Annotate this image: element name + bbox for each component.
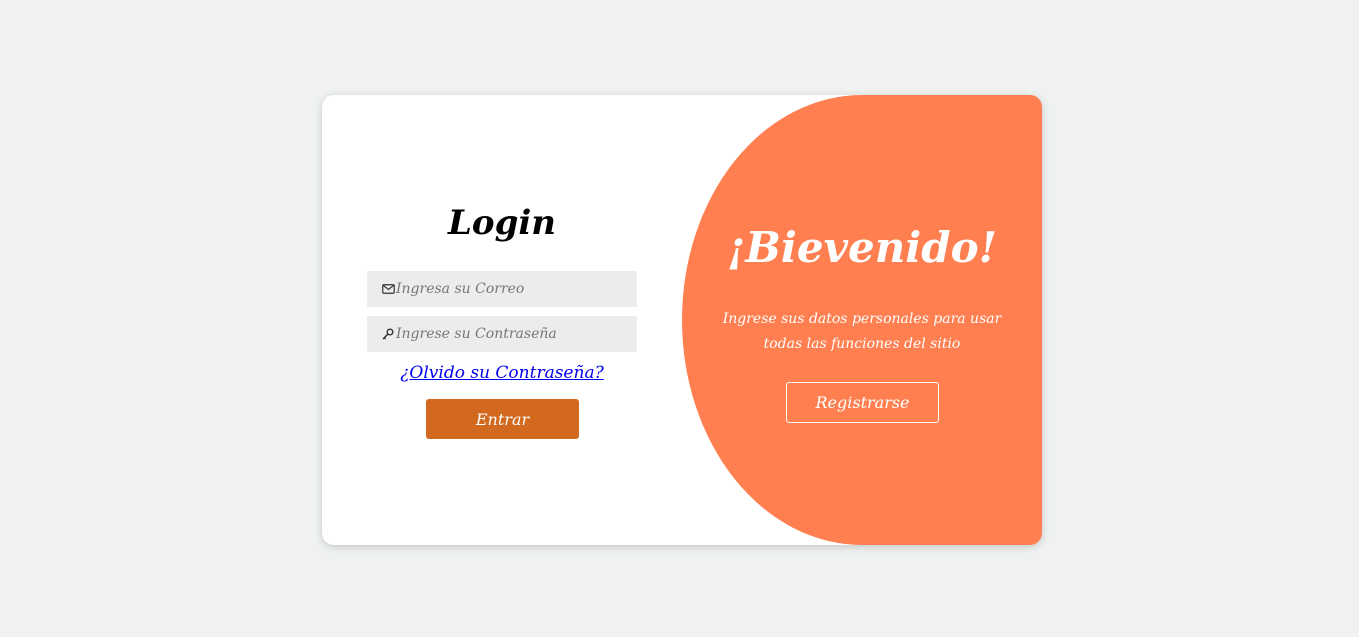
login-title: Login <box>448 203 556 243</box>
welcome-text-line1: Ingrese sus datos personales para usar <box>722 311 1002 327</box>
enter-button[interactable]: Entrar <box>426 399 579 439</box>
register-button[interactable]: Registrarse <box>786 382 939 423</box>
email-field[interactable] <box>367 271 637 307</box>
password-field[interactable] <box>367 316 637 352</box>
key-icon <box>381 327 395 341</box>
welcome-title: ¡Bievenido! <box>726 223 998 272</box>
forgot-password-link[interactable]: ¿Olvido su Contraseña? <box>367 363 637 383</box>
login-form: Login ¿Olvido su Contraseña? Entrar <box>322 95 682 545</box>
envelope-icon <box>381 282 395 296</box>
password-input[interactable] <box>396 326 636 342</box>
login-card: Login ¿Olvido su Contraseña? Entrar <box>322 95 1042 545</box>
email-input[interactable] <box>396 281 636 297</box>
welcome-text: Ingrese sus datos personales para usar t… <box>722 307 1002 357</box>
welcome-text-line2: todas las funciones del sitio <box>763 336 961 352</box>
